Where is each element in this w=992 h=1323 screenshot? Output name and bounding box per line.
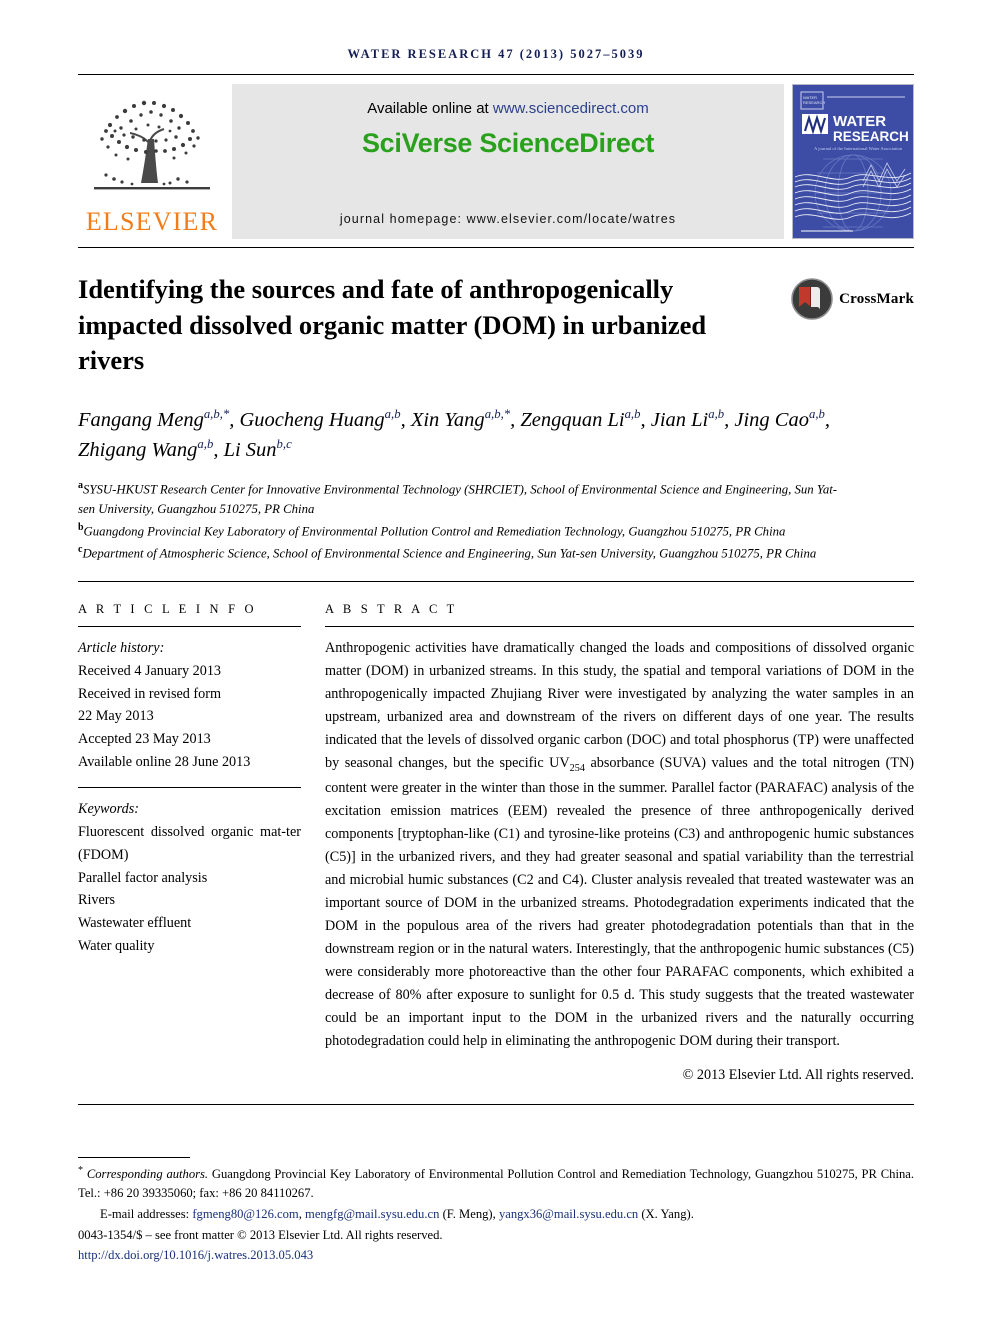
footnote-block: * Corresponding authors. Guangdong Provi…	[78, 1157, 914, 1265]
history-accepted: Accepted 23 May 2013	[78, 730, 211, 747]
keyword-item-wastewater: Wastewater effluent	[78, 915, 192, 932]
divider-abstract	[325, 626, 914, 628]
email-addresses-line: E-mail addresses: fgmeng80@126.com, meng…	[100, 1207, 694, 1222]
asterisk-icon: *	[78, 1165, 84, 1177]
keywords-block: Keywords: Fluorescent dissolved organic …	[78, 798, 301, 957]
running-head: WATER RESEARCH 47 (2013) 5027–5039	[347, 47, 645, 61]
keywords-label: Keywords:	[78, 801, 139, 818]
affiliation-text-c: Department of Atmospheric Science, Schoo…	[82, 546, 817, 561]
doi-link[interactable]: http://dx.doi.org/10.1016/j.watres.2013.…	[78, 1246, 914, 1265]
abstract-part1: Anthropogenic activities have dramatical…	[325, 640, 914, 772]
article-info-column: A R T I C L E I N F O Article history: R…	[78, 602, 325, 1084]
crossmark-badge[interactable]: CrossMark	[791, 278, 914, 320]
affiliation-c: cDepartment of Atmospheric Science, Scho…	[78, 542, 838, 564]
history-available-online: Available online 28 June 2013	[78, 753, 251, 770]
email-link-fgmeng[interactable]: fgmeng80@126.com	[192, 1207, 298, 1221]
corresponding-authors-label: Corresponding authors.	[86, 1167, 209, 1182]
abstract-column: A B S T R A C T Anthropogenic activities…	[325, 602, 914, 1084]
elsevier-tree-icon	[94, 100, 210, 190]
keyword-item-fdom: Fluorescent dissolved organic mat-ter (F…	[78, 824, 301, 863]
info-abstract-columns: A R T I C L E I N F O Article history: R…	[78, 602, 914, 1084]
email-link-mengfg[interactable]: mengfg@mail.sysu.edu.cn	[305, 1207, 439, 1221]
crossmark-label: CrossMark	[839, 290, 914, 307]
journal-homepage-line[interactable]: journal homepage: www.elsevier.com/locat…	[232, 212, 784, 226]
sciencedirect-url-link[interactable]: www.sciencedirect.com	[493, 100, 649, 117]
journal-cover-image: WATER RESEARCH WATER RESEARCH A journal …	[792, 84, 914, 239]
masthead: ELSEVIER Available online at www.science…	[78, 84, 914, 239]
author-list: Fangang Menga,b,*, Guocheng Huanga,b, Xi…	[78, 406, 830, 462]
abstract-text: Anthropogenic activities have dramatical…	[325, 637, 914, 1053]
keyword-item-water-quality: Water quality	[78, 937, 155, 954]
footnote-rule	[78, 1157, 190, 1159]
crossmark-icon	[791, 278, 833, 320]
affiliation-a: aSYSU-HKUST Research Center for Innovati…	[78, 478, 838, 520]
keyword-item-rivers: Rivers	[78, 892, 116, 909]
email-owner-yang: (X. Yang).	[641, 1207, 694, 1222]
divider-article-info	[78, 626, 301, 628]
article-first-page: WATER RESEARCH 47 (2013) 5027–5039 ELSEV…	[0, 0, 992, 1323]
history-revised-date: 22 May 2013	[78, 708, 154, 725]
article-info-heading: A R T I C L E I N F O	[78, 602, 257, 617]
affiliation-text-b: Guangdong Provincial Key Laboratory of E…	[83, 524, 786, 539]
sciencedirect-band: Available online at www.sciencedirect.co…	[232, 84, 784, 239]
svg-text:A journal of the International: A journal of the International Water Ass…	[814, 146, 903, 151]
keyword-item-parafac: Parallel factor analysis	[78, 869, 208, 886]
svg-text:WATER: WATER	[833, 113, 886, 130]
divider-below-abstract	[78, 1104, 914, 1106]
available-online-line: Available online at www.sciencedirect.co…	[367, 100, 649, 117]
title-row: Identifying the sources and fate of anth…	[78, 272, 914, 379]
affiliation-b: bGuangdong Provincial Key Laboratory of …	[78, 520, 838, 542]
issn-copyright-line: 0043-1354/$ – see front matter © 2013 El…	[78, 1228, 443, 1243]
email-link-yangx36[interactable]: yangx36@mail.sysu.edu.cn	[499, 1207, 638, 1221]
history-received: Received 4 January 2013	[78, 662, 222, 679]
available-online-text: Available online at	[367, 100, 493, 117]
abstract-part2: absorbance (SUVA) values and the total n…	[325, 755, 914, 1050]
sciverse-sciencedirect-logo: SciVerse ScienceDirect	[361, 128, 655, 158]
email-addresses-label: E-mail addresses:	[100, 1207, 190, 1222]
svg-text:RESEARCH: RESEARCH	[833, 129, 909, 144]
elsevier-logo: ELSEVIER	[78, 84, 226, 239]
page-title: Identifying the sources and fate of anth…	[78, 274, 707, 375]
divider-above-info	[78, 581, 914, 583]
affiliation-list: aSYSU-HKUST Research Center for Innovati…	[78, 478, 838, 564]
email-owner-meng: (F. Meng),	[442, 1207, 496, 1222]
abstract-copyright: © 2013 Elsevier Ltd. All rights reserved…	[682, 1067, 914, 1084]
water-research-cover-art: WATER RESEARCH WATER RESEARCH A journal …	[793, 85, 913, 238]
article-history-label: Article history:	[78, 640, 165, 657]
corresponding-author-note: * Corresponding authors. Guangdong Provi…	[78, 1163, 914, 1203]
elsevier-wordmark: ELSEVIER	[85, 207, 219, 236]
history-revised-label: Received in revised form	[78, 685, 222, 702]
abstract-subscript-254: 254	[569, 762, 585, 774]
divider-top	[78, 74, 914, 75]
divider-keywords	[78, 787, 301, 789]
affiliation-text-a: SYSU-HKUST Research Center for Innovativ…	[78, 482, 838, 517]
abstract-heading: A B S T R A C T	[325, 602, 458, 617]
article-history-block: Article history: Received 4 January 2013…	[78, 637, 301, 773]
divider-masthead-bottom	[78, 247, 914, 248]
svg-text:RESEARCH: RESEARCH	[803, 100, 825, 105]
